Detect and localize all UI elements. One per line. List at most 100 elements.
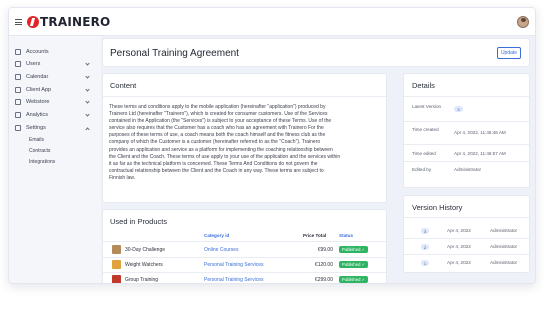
products-card: Used in Products Category id Price Total… [102, 209, 388, 283]
time-created-value: Apr 4, 2022, 11:45:46 AM [454, 130, 506, 135]
accounts-icon [15, 49, 21, 55]
sidebar-item-label: Users [26, 61, 41, 67]
column-header-status[interactable]: Status [339, 233, 353, 238]
product-price: €120.00 [314, 262, 333, 268]
time-edited-value: Apr 4, 2022, 11:46:57 AM [454, 151, 506, 156]
divider [404, 144, 529, 145]
sidebar-subitem-emails[interactable]: Emails [29, 137, 44, 143]
chevron-down-icon [85, 61, 90, 66]
sidebar-item-users[interactable]: Users [15, 59, 95, 69]
version-badge[interactable]: 1 [421, 260, 429, 266]
sidebar-item-analytics[interactable]: Analytics [15, 110, 95, 120]
version-history-title: Version History [412, 203, 463, 212]
sidebar-item-webstore[interactable]: Webstore [15, 97, 95, 107]
time-created-label: Time created [412, 127, 439, 132]
version-user: Administrator [490, 244, 518, 249]
users-icon [15, 61, 21, 67]
product-category[interactable]: Personal Training Services [204, 262, 263, 268]
sidebar-item-settings[interactable]: Settings [15, 123, 95, 133]
sidebar-item-accounts[interactable]: Accounts [15, 47, 95, 57]
divider [404, 96, 529, 97]
divider [404, 238, 529, 239]
product-price: €99.00 [317, 247, 333, 253]
status-badge: Published ✓ [339, 276, 369, 283]
details-card: Details Latest Version 3 Time created Ap… [403, 73, 530, 188]
sidebar-item-label: Client App [26, 87, 52, 93]
details-title: Details [412, 81, 435, 90]
calendar-icon [15, 74, 21, 80]
status-badge: Published ✓ [339, 261, 369, 268]
hamburger-icon[interactable] [15, 19, 22, 25]
chevron-down-icon [85, 99, 90, 104]
sidebar-subitem-integrations[interactable]: Integrations [29, 159, 55, 165]
product-thumbnail [112, 260, 121, 269]
terms-line: the Client and the Coach. These terms of… [109, 153, 341, 160]
terms-text: These terms and conditions apply to the … [109, 104, 383, 182]
product-category[interactable]: Online Courses [204, 247, 238, 253]
products-title: Used in Products [110, 217, 168, 226]
top-bar: TRAINERO [9, 8, 535, 36]
settings-icon [15, 125, 21, 131]
version-badge[interactable]: 2 [421, 244, 429, 250]
sidebar-item-label: Calendar [26, 74, 49, 80]
terms-line: it as far as the technical platform is c… [109, 160, 318, 167]
table-row[interactable]: 30-Day Challenge Online Courses €99.00 P… [103, 243, 388, 257]
sidebar: Accounts Users Calendar Client App Webst… [9, 36, 101, 283]
chevron-down-icon [85, 74, 90, 79]
product-thumbnail [112, 245, 121, 254]
version-date: Apr 4, 2022 [447, 260, 471, 265]
avatar[interactable] [517, 16, 529, 28]
sidebar-subitem-contracts[interactable]: Contracts [29, 148, 50, 154]
edited-by-label: Edited by [412, 167, 432, 172]
product-name[interactable]: 30-Day Challenge [125, 247, 165, 253]
version-date: Apr 4, 2022 [447, 228, 471, 233]
logo-text: TRAINERO [40, 15, 111, 29]
edited-by-value: Administrator [454, 167, 482, 172]
version-history-card: Version History 3 Apr 4, 2022 Administra… [403, 195, 530, 273]
product-name[interactable]: Group Training [125, 277, 158, 283]
latest-version-label: Latest Version [412, 104, 442, 109]
content-title: Content [110, 81, 137, 90]
divider [404, 217, 529, 218]
column-header-price[interactable]: Price Total [303, 233, 326, 238]
terms-line: Trainero Ltd (hereinafter "Trainero"), w… [109, 111, 328, 118]
update-button[interactable]: Update [497, 47, 521, 59]
table-row[interactable]: Group Training Personal Training Service… [103, 273, 388, 283]
time-edited-label: Time edited [412, 151, 436, 156]
version-date: Apr 4, 2022 [447, 244, 471, 249]
version-badge: 3 [454, 106, 463, 112]
webstore-icon [15, 99, 21, 105]
page-title: Personal Training Agreement [110, 48, 239, 59]
product-thumbnail [112, 275, 121, 283]
client-app-icon [15, 87, 21, 93]
sidebar-item-calendar[interactable]: Calendar [15, 72, 95, 82]
column-header-category[interactable]: Category id [204, 233, 229, 238]
divider [404, 254, 529, 255]
terms-line: service also requires that the Customer … [109, 125, 324, 132]
chevron-up-icon [85, 127, 90, 132]
sidebar-item-client-app[interactable]: Client App [15, 85, 95, 95]
terms-line: company of which the Customer is a custo… [109, 139, 321, 146]
app-window: TRAINERO Accounts Users Calendar Client … [8, 7, 536, 284]
chevron-down-icon [85, 112, 90, 117]
page-header: Personal Training Agreement Update [102, 38, 530, 67]
terms-line: Finnish law. [109, 174, 136, 181]
divider [404, 121, 529, 122]
product-category[interactable]: Personal Training Services [204, 277, 263, 283]
divider [404, 161, 529, 162]
terms-line: purposes of these terms of use, a coach … [109, 132, 326, 139]
status-badge: Published ✓ [339, 246, 369, 253]
trainero-logo[interactable]: TRAINERO [27, 15, 110, 29]
divider [103, 96, 386, 97]
content-card: Content These terms and conditions apply… [102, 73, 387, 203]
chevron-down-icon [85, 87, 90, 92]
table-row[interactable]: Weight Watchers Personal Training Servic… [103, 258, 388, 272]
sidebar-item-label: Settings [26, 125, 46, 131]
terms-line: provides an application and service as a… [109, 146, 333, 153]
version-user: Administrator [490, 228, 518, 233]
analytics-icon [15, 112, 21, 118]
logo-mark-icon [27, 16, 39, 28]
version-badge[interactable]: 3 [421, 228, 429, 234]
product-name[interactable]: Weight Watchers [125, 262, 163, 268]
product-price: €299.00 [314, 277, 333, 283]
